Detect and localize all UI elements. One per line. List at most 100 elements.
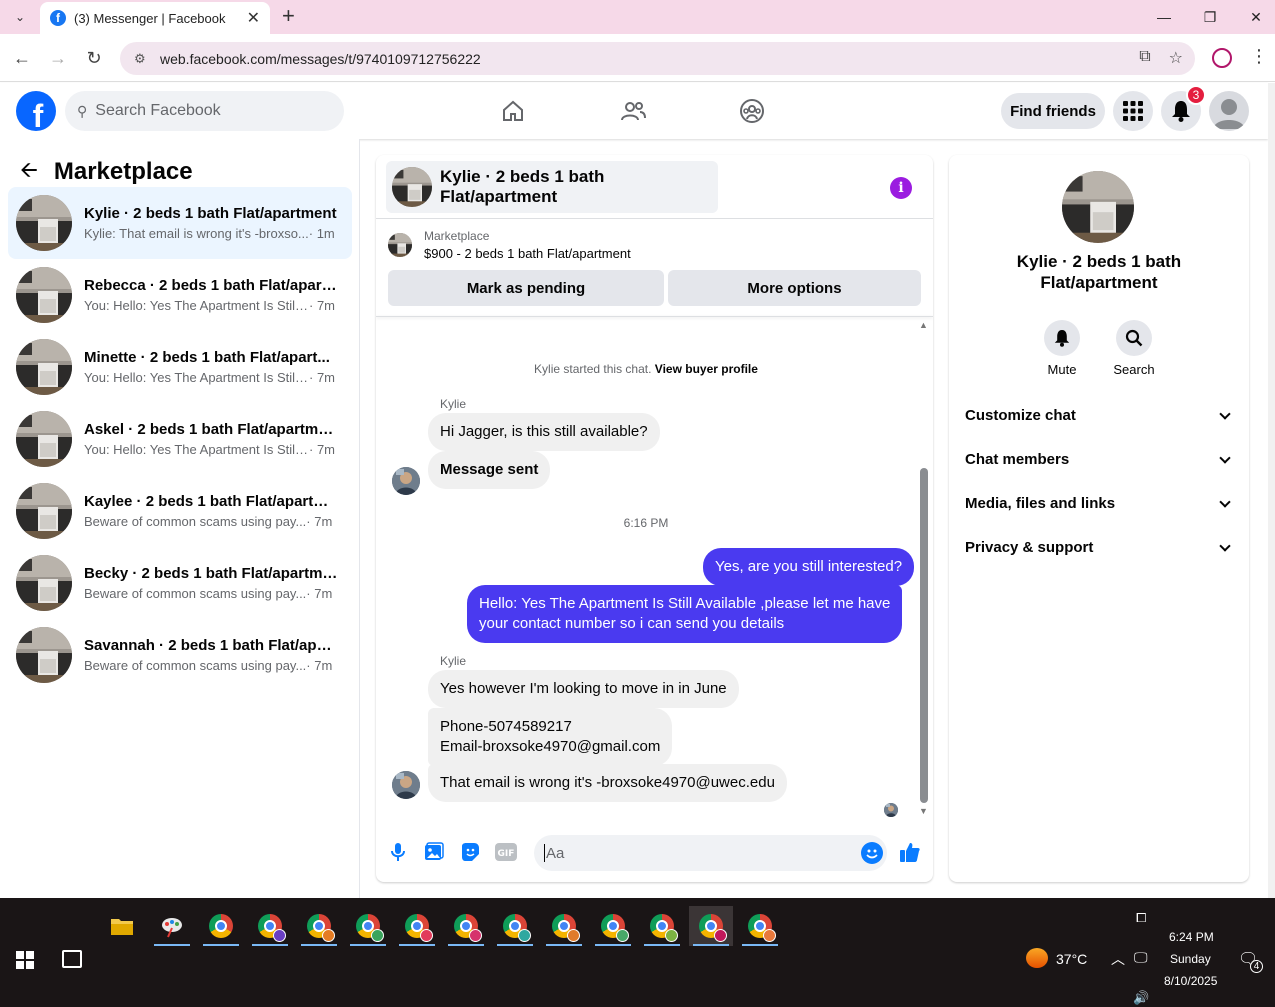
facebook-logo-icon[interactable]: f [16, 91, 56, 131]
mute-button[interactable]: Mute [1032, 320, 1092, 377]
chrome-window-icon[interactable] [591, 906, 635, 946]
show-hidden-icons-chevron-icon[interactable]: ︿ [1111, 949, 1125, 969]
minimize-button[interactable]: — [1141, 0, 1187, 34]
chat-info-icon[interactable]: i [890, 177, 912, 199]
sender-avatar[interactable] [392, 467, 420, 495]
mark-as-pending-button[interactable]: Mark as pending [388, 270, 664, 306]
menu-grid-icon[interactable] [1113, 91, 1153, 131]
install-app-icon[interactable]: ⧉ [1139, 48, 1150, 68]
incoming-message[interactable]: Phone-5074589217 Email-broxsoke4970@gmai… [428, 708, 673, 766]
listing-small-thumbnail [388, 233, 412, 257]
sender-avatar[interactable] [392, 771, 420, 799]
scroll-down-arrow-icon[interactable]: ▼ [919, 806, 928, 816]
incoming-message[interactable]: That email is wrong it's -broxsoke4970@u… [428, 764, 787, 802]
listing-summary[interactable]: Marketplace $900 - 2 beds 1 bath Flat/ap… [388, 229, 631, 261]
bookmark-star-icon[interactable]: ☆ [1169, 48, 1183, 68]
chat-started-notice: Kylie started this chat. View buyer prof… [376, 362, 916, 376]
scroll-up-arrow-icon[interactable]: ▲ [919, 320, 928, 330]
conversation-item[interactable]: Kaylee · 2 beds 1 bath Flat/apartm... Bew… [8, 475, 352, 547]
meet-now-icon[interactable]: ⧠ [1136, 910, 1146, 926]
chrome-window-icon[interactable] [297, 906, 341, 946]
conversation-name: Kaylee · 2 beds 1 bath Flat/apartm... [84, 493, 339, 510]
page-scrollbar[interactable] [1268, 83, 1275, 898]
chrome-window-icon[interactable] [444, 906, 488, 946]
url-field[interactable]: ⚙ web.facebook.com/messages/t/9740109712… [120, 42, 1195, 75]
incoming-message[interactable]: Yes however I'm looking to move in in Ju… [428, 670, 739, 708]
message-input[interactable]: Aa [534, 835, 887, 871]
chat-members-section[interactable]: Chat members [965, 451, 1235, 468]
groups-icon[interactable] [738, 97, 766, 125]
emoji-icon[interactable] [861, 842, 883, 864]
thumbs-up-icon[interactable] [898, 840, 922, 864]
search-in-chat-button[interactable]: Search [1104, 320, 1164, 377]
sticker-icon[interactable] [458, 840, 482, 864]
customize-chat-section[interactable]: Customize chat [965, 407, 1235, 424]
clock-day[interactable]: Sunday [1170, 952, 1211, 966]
chrome-window-icon[interactable] [689, 906, 733, 946]
chrome-window-icon[interactable] [199, 906, 243, 946]
close-window-button[interactable]: ✕ [1233, 0, 1275, 34]
chrome-window-icon[interactable] [738, 906, 782, 946]
account-avatar[interactable] [1209, 91, 1249, 131]
conversation-item[interactable]: Askel · 2 beds 1 bath Flat/apartment You:… [8, 403, 352, 475]
incoming-message[interactable]: Message sent [428, 451, 551, 489]
tab-search-chevron-icon[interactable]: ⌄ [8, 6, 32, 28]
browser-menu-icon[interactable]: ⋮ [1250, 46, 1268, 67]
restore-button[interactable]: ❐ [1187, 0, 1233, 34]
gif-icon[interactable]: GIF [494, 840, 518, 864]
chat-scrollbar[interactable]: ▲ ▼ [917, 318, 931, 818]
back-arrow-icon[interactable]: 🡨 [20, 153, 38, 191]
conversation-item[interactable]: Savannah · 2 beds 1 bath Flat/apar... Bew… [8, 619, 352, 691]
media-files-links-section[interactable]: Media, files and links [965, 495, 1235, 512]
chat-header[interactable]: Kylie · 2 beds 1 bath Flat/apartment [386, 161, 718, 213]
clock-date[interactable]: 8/10/2025 [1164, 974, 1217, 988]
incoming-message-line: Phone-5074589217 [440, 718, 572, 735]
view-buyer-profile-link[interactable]: View buyer profile [655, 362, 758, 376]
reload-button[interactable]: ↻ [82, 46, 106, 70]
photo-gallery-icon[interactable] [422, 840, 446, 864]
windows-start-icon[interactable] [16, 951, 34, 969]
site-info-icon[interactable]: ⚙ [134, 51, 152, 67]
privacy-support-section[interactable]: Privacy & support [965, 539, 1235, 556]
facebook-favicon-icon: f [50, 10, 66, 26]
incoming-message[interactable]: Hi Jagger, is this still available? [428, 413, 660, 451]
conversation-item[interactable]: Becky · 2 beds 1 bath Flat/apartment Bewa… [8, 547, 352, 619]
network-icon[interactable]: 🖵 [1134, 949, 1148, 966]
listing-avatar[interactable] [1062, 171, 1134, 243]
friends-icon[interactable] [619, 97, 647, 125]
forward-button[interactable]: → [46, 46, 70, 70]
browser-tab[interactable]: f (3) Messenger | Facebook ✕ [40, 2, 270, 34]
chrome-window-icon[interactable] [542, 906, 586, 946]
browser-profile-icon[interactable] [1212, 48, 1232, 68]
chrome-window-icon[interactable] [493, 906, 537, 946]
outgoing-message[interactable]: Yes, are you still interested? [703, 548, 915, 586]
find-friends-button[interactable]: Find friends [1001, 93, 1105, 129]
conversation-item[interactable]: Kylie · 2 beds 1 bath Flat/apartment Kyli… [8, 187, 352, 259]
chrome-window-icon[interactable] [346, 906, 390, 946]
outgoing-message[interactable]: Hello: Yes The Apartment Is Still Availa… [467, 585, 903, 643]
conversation-time: · 7m [309, 298, 335, 313]
back-button[interactable]: ← [10, 46, 34, 70]
home-icon[interactable] [499, 97, 527, 125]
conversation-item[interactable]: Minette · 2 beds 1 bath Flat/apart... You… [8, 331, 352, 403]
file-explorer-icon[interactable] [100, 906, 144, 946]
temperature[interactable]: 37°C [1056, 951, 1087, 967]
weather-icon[interactable] [1026, 948, 1048, 968]
volume-icon[interactable]: 🔊 [1133, 990, 1149, 1006]
paint-app-icon[interactable] [150, 906, 194, 946]
chrome-window-icon[interactable] [640, 906, 684, 946]
facebook-search-input[interactable]: ⚲ Search Facebook [65, 91, 344, 131]
chat-scrollbar-thumb[interactable] [920, 468, 928, 803]
new-tab-button[interactable]: + [282, 4, 295, 28]
clock-time[interactable]: 6:24 PM [1169, 930, 1214, 944]
listing-thumbnail [392, 167, 432, 207]
chrome-window-icon[interactable] [395, 906, 439, 946]
conversation-snippet: Kylie: That email is wrong it's -broxso.… [84, 226, 309, 241]
microphone-icon[interactable] [386, 840, 410, 864]
chrome-icon [650, 914, 678, 942]
conversation-item[interactable]: Rebecca · 2 beds 1 bath Flat/apart... You… [8, 259, 352, 331]
task-view-icon[interactable] [62, 950, 82, 968]
more-options-button[interactable]: More options [668, 270, 921, 306]
chrome-window-icon[interactable] [248, 906, 292, 946]
close-tab-icon[interactable]: ✕ [247, 8, 260, 28]
